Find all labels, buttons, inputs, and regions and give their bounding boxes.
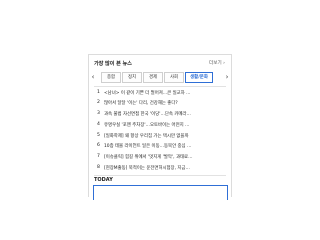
- chevron-right-icon[interactable]: ›: [223, 72, 231, 82]
- rank-number: 3: [97, 111, 100, 117]
- news-title-link[interactable]: 많아서 달달 '이는' 다리, 건강해는 좋다?: [104, 100, 224, 106]
- tab-economy[interactable]: 경제: [143, 72, 163, 83]
- news-title-link[interactable]: 과속 불법 자선면접 한국 '이당'…단속 카메라…: [104, 111, 224, 117]
- rank-number: 4: [97, 121, 100, 127]
- divider: [94, 86, 226, 87]
- news-title-link[interactable]: [일화학제] 왜 항상 우리집 가는 택시만 없을까: [104, 133, 224, 139]
- category-tabs: ‹ 종합 정치 경제 사회 생활/문화 ›: [89, 70, 231, 84]
- rank-number: 7: [97, 154, 100, 160]
- news-title-link[interactable]: 유명우실 '포맨 주차장'…오토바이는 어떤지 ...: [104, 122, 224, 128]
- chevron-left-icon[interactable]: ‹: [89, 72, 97, 82]
- divider: [94, 175, 226, 176]
- today-heading: TODAY: [94, 177, 113, 183]
- news-title-link[interactable]: [현장M출동] 북적이는 운전면허시험장, 지금…: [104, 165, 224, 171]
- tab-general[interactable]: 종합: [101, 72, 121, 83]
- list-item[interactable]: 1 <남녀> 이 같이 기쁜 더 멀어져…큰 일교차 ...: [89, 88, 231, 99]
- news-title-link[interactable]: <남녀> 이 같이 기쁜 더 멀어져…큰 일교차 ...: [104, 90, 224, 96]
- rank-number: 5: [97, 132, 100, 138]
- rank-number: 1: [97, 89, 100, 95]
- panel-title: 가장 많이 본 뉴스: [94, 61, 132, 67]
- list-item[interactable]: 8 [현장M출동] 북적이는 운전면허시험장, 지금…: [89, 164, 231, 175]
- list-item[interactable]: 3 과속 불법 자선면접 한국 '이당'…단속 카메라…: [89, 110, 231, 121]
- list-item[interactable]: 4 유명우실 '포맨 주차장'…오토바이는 어떤지 ...: [89, 120, 231, 131]
- tab-life-culture[interactable]: 생활/문화: [185, 72, 213, 83]
- panel-header: 가장 많이 본 뉴스 더보기 ›: [89, 54, 231, 71]
- today-content-box: [93, 185, 228, 200]
- popular-news-panel: 가장 많이 본 뉴스 더보기 › ‹ 종합 정치 경제 사회 생활/문화 › 1…: [88, 54, 232, 200]
- news-list: 1 <남녀> 이 같이 기쁜 더 멀어져…큰 일교차 ... 2 많아서 달달 …: [89, 88, 231, 174]
- rank-number: 2: [97, 100, 100, 106]
- list-item[interactable]: 7 [이슈클릭] 힘길 위에서 '멋지게 '발막', 과태료…: [89, 153, 231, 164]
- news-title-link[interactable]: 10층 테몰 라이언트 일은 이동…동북안 중심 …: [104, 143, 224, 149]
- list-item[interactable]: 2 많아서 달달 '이는' 다리, 건강해는 좋다?: [89, 99, 231, 110]
- rank-number: 6: [97, 143, 100, 149]
- list-item[interactable]: 5 [일화학제] 왜 항상 우리집 가는 택시만 없을까: [89, 131, 231, 142]
- more-link[interactable]: 더보기 ›: [209, 60, 225, 66]
- tab-politics[interactable]: 정치: [122, 72, 142, 83]
- tab-society[interactable]: 사회: [164, 72, 184, 83]
- screenshot-stage: 가장 많이 본 뉴스 더보기 › ‹ 종합 정치 경제 사회 생활/문화 › 1…: [0, 0, 320, 240]
- news-title-link[interactable]: [이슈클릭] 힘길 위에서 '멋지게 '발막', 과태료…: [104, 154, 224, 160]
- rank-number: 8: [97, 165, 100, 171]
- list-item[interactable]: 6 10층 테몰 라이언트 일은 이동…동북안 중심 …: [89, 142, 231, 153]
